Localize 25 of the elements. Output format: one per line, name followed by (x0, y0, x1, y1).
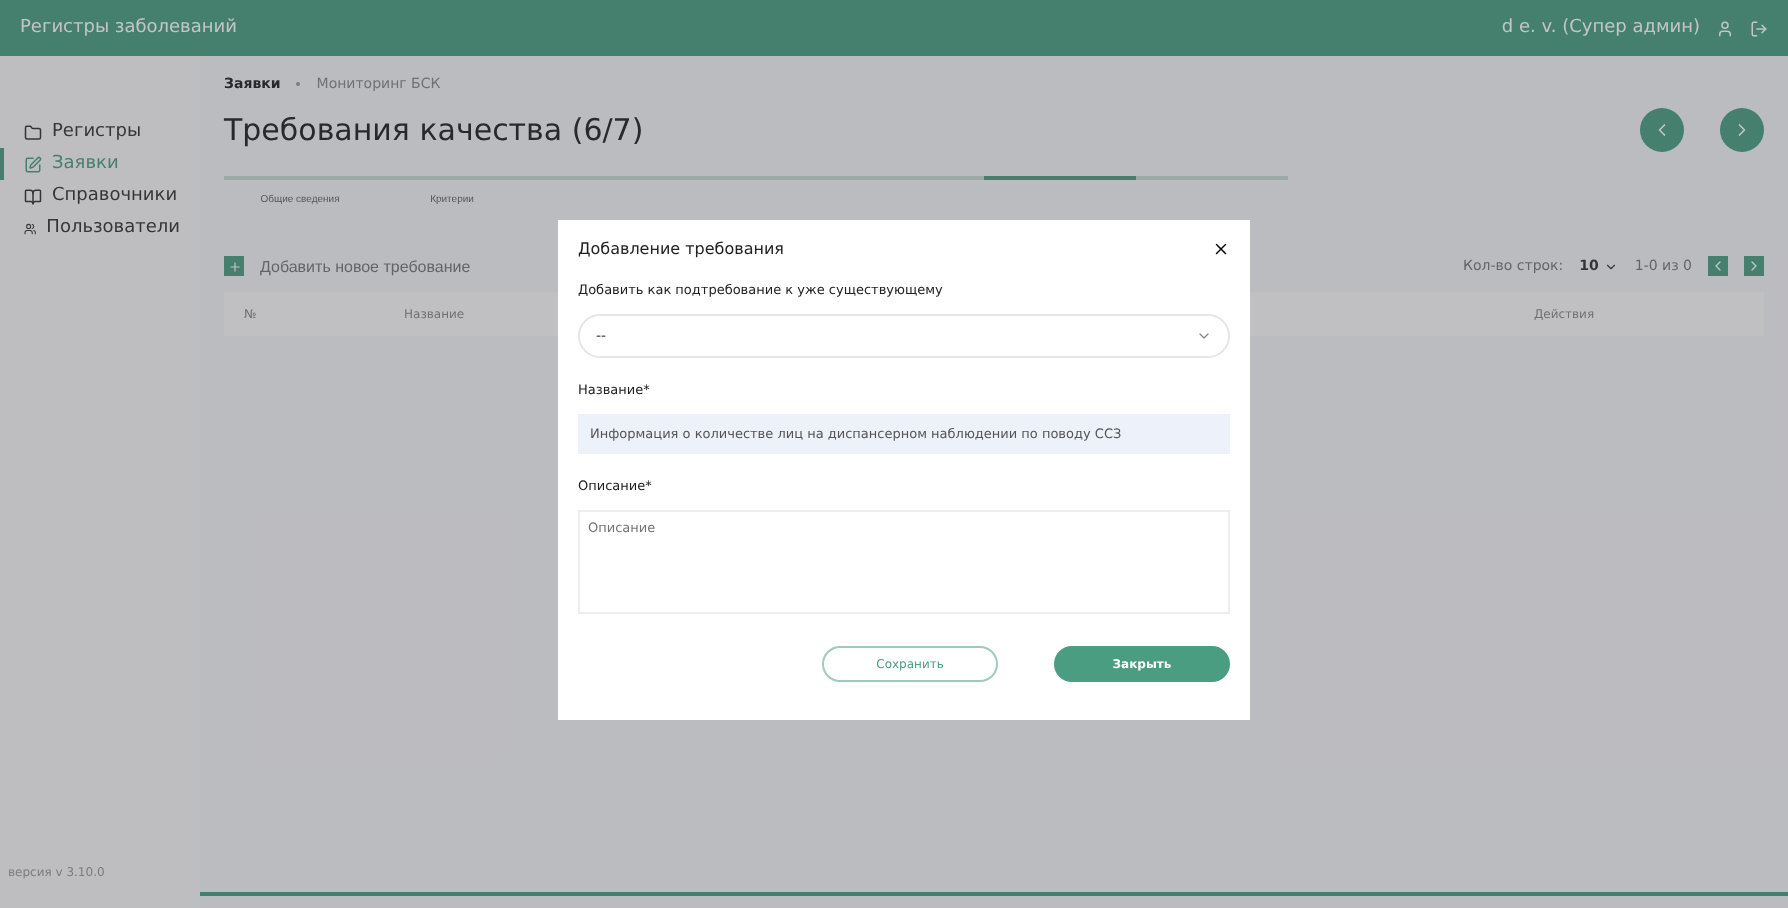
modal-title: Добавление требования (578, 240, 784, 258)
close-button[interactable] (1212, 240, 1230, 258)
next-page-button[interactable] (1744, 256, 1764, 276)
previous-button[interactable] (1640, 108, 1684, 152)
page-title: Требования качества (6/7) (224, 112, 644, 148)
edit-icon (24, 155, 42, 173)
user-icon[interactable] (1716, 19, 1734, 37)
plus-icon (224, 256, 244, 276)
sidebar-item[interactable]: Пользователи (0, 212, 200, 244)
folder-icon (24, 123, 42, 141)
chevron-down-icon (1196, 328, 1212, 344)
users-icon (24, 219, 37, 237)
chevron-down-icon (1604, 259, 1619, 273)
close-icon (1212, 240, 1230, 258)
separator-dot (296, 82, 301, 86)
book-icon (24, 187, 42, 205)
next-button[interactable] (1720, 108, 1764, 152)
app-title: Регистры заболеваний (20, 18, 237, 38)
logout-icon[interactable] (1750, 19, 1768, 37)
previous-page-button[interactable] (1708, 256, 1728, 276)
sidebar-item[interactable]: Регистры (0, 116, 200, 148)
chevron-right-icon (1746, 258, 1762, 274)
user-name: d e. v. (Супер админ) (1501, 18, 1700, 38)
sidebar-item[interactable]: Справочники (0, 180, 200, 212)
chevron-left-icon (1710, 258, 1726, 274)
